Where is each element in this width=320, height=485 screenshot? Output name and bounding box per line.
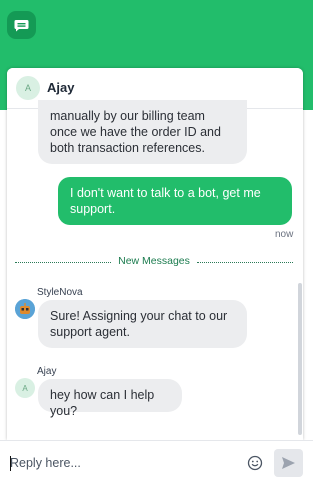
agent-name: Ajay (47, 80, 75, 95)
sender-name: Ajay (37, 366, 57, 377)
divider-label: New Messages (118, 255, 190, 267)
message-bubble: hey how can I help you? (38, 379, 182, 418)
message-text: hey how can I help you? (50, 388, 155, 418)
reply-input[interactable] (10, 453, 210, 473)
message-text: manually by our billing team once we hav… (50, 109, 221, 155)
message-text: I don't want to talk to a bot, get me su… (70, 186, 261, 216)
send-button[interactable] (274, 449, 303, 477)
message-bubble-outgoing: I don't want to talk to a bot, get me su… (58, 177, 292, 225)
scrollbar[interactable] (298, 283, 302, 435)
new-messages-divider: New Messages (15, 254, 293, 270)
message-text: Sure! Assigning your chat to our support… (50, 309, 228, 339)
avatar-initial: A (22, 383, 28, 393)
send-icon (282, 457, 295, 469)
chat-panel: A Ajay manually by our billing team once… (7, 68, 303, 440)
smiley-icon[interactable] (247, 455, 263, 471)
avatar: A (15, 378, 35, 398)
avatar: A (16, 76, 40, 100)
composer (0, 440, 313, 485)
sender-name: StyleNova (37, 287, 83, 298)
chat-bubble-icon (7, 11, 36, 39)
divider-line (197, 262, 293, 263)
message-bubble: manually by our billing team once we hav… (38, 100, 247, 164)
avatar-initial: A (24, 83, 31, 93)
message-bubble: Sure! Assigning your chat to our support… (38, 300, 247, 348)
message-timestamp: now (275, 229, 294, 240)
bot-avatar-icon (15, 299, 35, 319)
text-caret (10, 456, 11, 471)
